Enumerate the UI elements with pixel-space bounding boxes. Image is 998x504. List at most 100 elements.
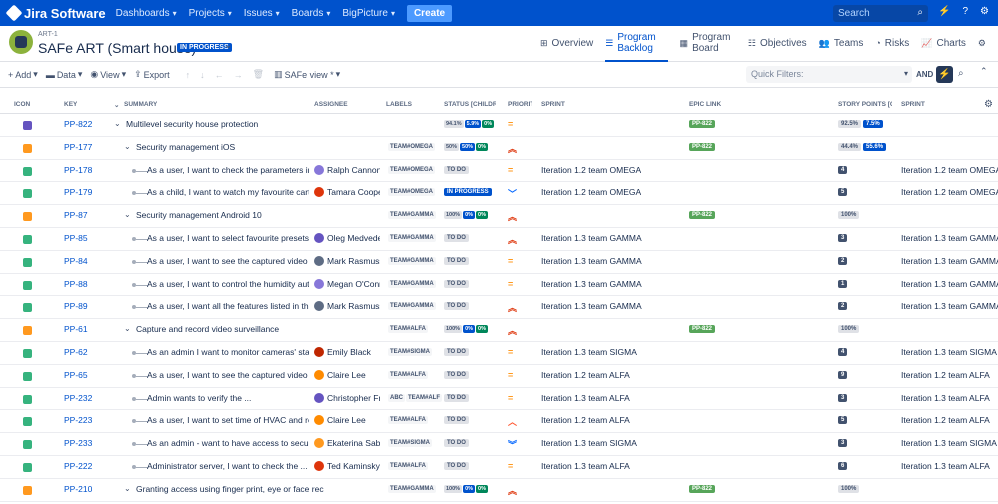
trash-icon[interactable]: 🗑 [253,69,264,80]
summary-text[interactable]: Security management iOS [136,142,382,152]
assignee[interactable]: Ekaterina Sabit [314,438,380,449]
summary-text[interactable]: Admin wants to verify the ... [147,393,309,403]
label-tag[interactable]: TEAM#SIGMA [388,439,433,448]
summary-text[interactable]: As an admin I want to monitor cameras' s… [147,347,309,357]
chevron-down-icon[interactable]: ⌄ [224,40,232,51]
summary-text[interactable]: Administrator server, I want to check th… [147,461,309,471]
issue-key-link[interactable]: PP-223 [64,415,92,425]
arrow-left-icon[interactable]: ← [215,70,224,80]
export-button[interactable]: ⇪ Export [134,69,170,80]
table-row[interactable]: PP-87 ⌄ Security management Android 10 TEAM… [0,205,998,228]
label-tag[interactable]: TEAM#ALF [406,393,442,402]
nav-issues[interactable]: Issues ▾ [244,8,280,19]
issue-key-link[interactable]: PP-62 [64,347,88,357]
jira-logo[interactable]: Jira Software [5,4,106,22]
col-sprint[interactable]: SPRINT [541,101,565,108]
label-tag[interactable]: TEAM#ALFA [388,461,428,470]
bolt-icon[interactable]: ⚡ [936,66,953,83]
epic-link-badge[interactable]: PP-822 [689,142,716,151]
summary-text[interactable]: As a user, I want to see the captured vi… [147,370,309,380]
assignee[interactable]: Emily Black [314,346,380,357]
nav-boards[interactable]: Boards ▾ [292,8,331,19]
label-tag[interactable]: TEAM#GAMMA [388,256,436,265]
summary-text[interactable]: Capture and record video surveillance [136,324,382,334]
chevron-down-icon[interactable]: ⌄ [124,324,131,333]
epic-link-badge[interactable]: PP-822 [689,484,716,493]
label-tag[interactable]: TEAM#GAMMA [388,279,436,288]
chevron-down-icon[interactable]: ⌄ [114,119,121,128]
epic-link-badge[interactable]: PP-822 [689,120,716,128]
summary-text[interactable]: As an admin - want to have access to sec… [147,438,309,448]
label-tag[interactable]: TEAM#GAMMA [388,484,436,493]
issue-key-link[interactable]: PP-88 [64,279,88,289]
table-row[interactable]: PP-210 ⌄ Granting access using finger prin… [0,479,998,502]
summary-text[interactable]: As a user, I want to see the captured vi… [147,256,309,266]
summary-text[interactable]: As a user, I want to select favourite pr… [147,233,309,243]
label-tag[interactable]: TEAM#ALFA [388,416,428,425]
project-settings-icon[interactable]: ⚙ [978,26,986,62]
label-tag[interactable]: TEAM#GAMMA [388,302,436,311]
settings-icon[interactable]: ⚙ [980,6,989,20]
label-tag[interactable]: TEAM#ALFA [388,325,428,334]
arrow-down-icon[interactable]: ↓ [200,70,205,80]
status-lozenge[interactable]: TO DO [444,233,469,242]
tab-program-backlog[interactable]: ☰ Program Backlog [605,26,668,62]
col-key[interactable]: KEY [64,101,77,108]
assignee[interactable]: Christopher Fre [314,392,380,403]
assignee[interactable]: Oleg Medvedev [314,232,380,243]
issue-key-link[interactable]: PP-222 [64,461,92,471]
create-button[interactable]: Create [406,4,453,22]
label-tag[interactable]: TEAM#OMEGA [388,188,436,197]
nav-projects[interactable]: Projects ▾ [189,8,232,19]
status-lozenge[interactable]: TO DO [444,256,469,265]
notifications-icon[interactable]: ⚡ [938,6,950,20]
table-row[interactable]: PP-178 As a user, I want to check the par… [0,160,998,183]
table-row[interactable]: PP-179 As a child, I want to watch my fav… [0,182,998,206]
status-lozenge[interactable]: IN PROGRESS [444,188,492,197]
epic-link-badge[interactable]: PP-822 [689,211,716,220]
col-story-points[interactable]: STORY POINTS [CHILDREN] [838,101,892,108]
table-row[interactable]: PP-85 As a user, I want to select favouri… [0,228,998,251]
status-lozenge[interactable]: TO DO [444,461,469,470]
assignee[interactable]: Megan O'Connor [314,278,380,289]
assignee[interactable]: Tamara Cooper [314,187,380,198]
label-tag[interactable]: TEAM#ALFA [388,370,428,379]
assignee[interactable]: Mark Rasmussen [314,255,380,266]
assignee[interactable]: Mark Rasmussen [314,301,380,312]
assignee[interactable]: Claire Lee [314,415,380,426]
table-row[interactable]: PP-223 As a user, I want to set time of H… [0,410,998,434]
table-row[interactable]: PP-222 Administrator server, I want to ch… [0,456,998,479]
summary-text[interactable]: As a user, I want to set time of HVAC an… [147,415,309,425]
tab-program-board[interactable]: ▦ Program Board [680,26,736,62]
epic-link-badge[interactable]: PP-822 [689,325,716,334]
chevron-down-icon[interactable]: ⌄ [124,210,131,219]
table-row[interactable]: PP-233 As an admin - want to have access … [0,433,998,456]
nav-bigpicture[interactable]: BigPicture ▾ [342,8,395,19]
table-row[interactable]: PP-61 ⌄ Capture and record video surveilla… [0,319,998,342]
label-tag[interactable]: TEAM#SIGMA [388,347,433,356]
issue-key-link[interactable]: PP-89 [64,301,88,311]
arrow-right-icon[interactable]: → [234,70,243,80]
assignee[interactable]: Ted Kaminsky [314,460,380,471]
table-row[interactable]: PP-822 ⌄ Multilevel security house protect… [0,114,998,137]
tab-risks[interactable]: ◔ Risks [875,26,909,62]
view-select[interactable]: ▥ SAFe view * ▾ [274,69,340,80]
tab-objectives[interactable]: ☷ Objectives [748,26,807,62]
issue-key-link[interactable]: PP-61 [64,324,88,334]
col-epic-link[interactable]: EPIC LINK [689,101,721,108]
issue-key-link[interactable]: PP-232 [64,393,92,403]
assignee[interactable]: Ralph Cannon [314,164,380,175]
issue-key-link[interactable]: PP-822 [64,119,92,129]
label-tag[interactable]: ABC [388,393,405,402]
issue-key-link[interactable]: PP-87 [64,210,88,220]
status-lozenge[interactable]: TO DO [444,279,469,288]
col-icon[interactable]: ICON [14,101,30,108]
column-settings-icon[interactable]: ⚙ [984,99,993,110]
summary-text[interactable]: Multilevel security house protection [126,119,382,129]
issue-key-link[interactable]: PP-65 [64,370,88,380]
search-icon[interactable]: ⌕ [958,68,964,79]
issue-key-link[interactable]: PP-84 [64,256,88,266]
tab-overview[interactable]: ⊞ Overview [540,26,593,62]
status-lozenge[interactable]: TO DO [444,439,469,448]
label-tag[interactable]: TEAM#GAMMA [388,233,436,242]
